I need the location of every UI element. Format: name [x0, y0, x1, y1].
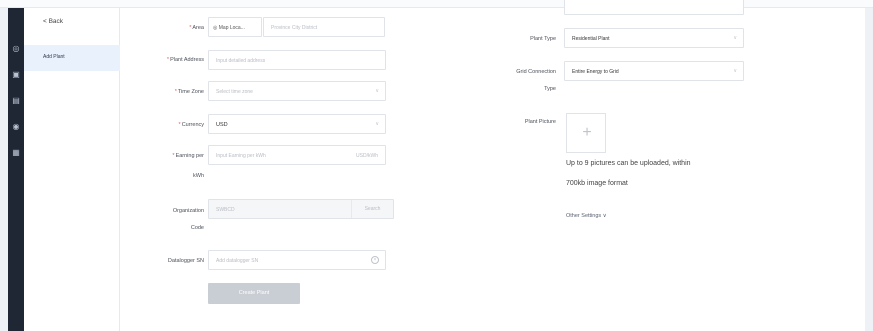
- grid-connection-label-2: Type: [544, 86, 556, 92]
- earning-label: *Earning per: [172, 153, 204, 159]
- datalogger-input[interactable]: Add datalogger SN ×: [208, 250, 386, 270]
- icon-rail: ◎ ▣ ▤ ◉ ▦: [8, 8, 24, 331]
- eye-icon[interactable]: ◉: [11, 122, 21, 132]
- chevron-down-icon: ∨: [375, 88, 379, 94]
- top-select-partial[interactable]: [564, 0, 744, 15]
- create-plant-button[interactable]: Create Plant: [208, 283, 300, 304]
- chart-icon[interactable]: ▤: [11, 96, 21, 106]
- globe-icon[interactable]: ◎: [11, 44, 21, 54]
- plant-picture-label: Plant Picture: [524, 119, 556, 125]
- device-icon[interactable]: ▣: [11, 70, 21, 80]
- sub-navigation: < Back Add Plant: [24, 8, 120, 331]
- search-button[interactable]: Search: [351, 200, 393, 218]
- organization-code-label-2: Code: [190, 225, 204, 231]
- time-zone-select[interactable]: Select time zone ∨: [208, 81, 386, 101]
- currency-select[interactable]: USD ∨: [208, 114, 386, 134]
- earning-input[interactable]: Input Earning per kWh USD/kWh: [208, 145, 386, 165]
- subnav-item-label: Add Plant: [43, 54, 65, 60]
- grid-icon[interactable]: ▦: [11, 148, 21, 158]
- grid-connection-select[interactable]: Entire Energy to Grid ∨: [564, 61, 744, 81]
- currency-label: *Currency: [178, 122, 204, 128]
- plant-address-label: *Plant Address: [166, 57, 204, 63]
- subnav-item-add-plant[interactable]: Add Plant: [24, 45, 120, 71]
- plant-type-select[interactable]: Residential Plant ∨: [564, 28, 744, 48]
- map-location-button[interactable]: ◎ Map Loca...: [208, 17, 262, 37]
- plant-address-input[interactable]: Input detailed address: [208, 50, 386, 70]
- area-label: *Area: [189, 25, 204, 31]
- back-link[interactable]: < Back: [43, 18, 63, 25]
- time-zone-label: *Time Zone: [174, 89, 204, 95]
- grid-connection-label: Grid Connection: [516, 69, 556, 75]
- datalogger-label: Datalogger SN: [167, 258, 204, 264]
- other-settings-toggle[interactable]: Other Settings ∨: [566, 213, 607, 219]
- plus-icon: +: [582, 124, 592, 141]
- chevron-down-icon: ∨: [733, 68, 737, 74]
- earning-label-unit: kWh: [193, 173, 204, 179]
- organization-code-label: Organization: [172, 208, 204, 214]
- chevron-down-icon: ∨: [733, 35, 737, 41]
- area-select[interactable]: Province City District: [263, 17, 385, 37]
- upload-picture-button[interactable]: +: [566, 113, 606, 153]
- organization-code-input[interactable]: SWBCD Search: [208, 199, 394, 219]
- plant-type-label: Plant Type: [530, 36, 556, 42]
- upload-hint-line1: Up to 9 pictures can be uploaded, within: [566, 160, 691, 167]
- clear-icon[interactable]: ×: [371, 256, 379, 264]
- upload-hint-line2: 700kb image format: [566, 180, 628, 187]
- chevron-down-icon: ∨: [375, 121, 379, 127]
